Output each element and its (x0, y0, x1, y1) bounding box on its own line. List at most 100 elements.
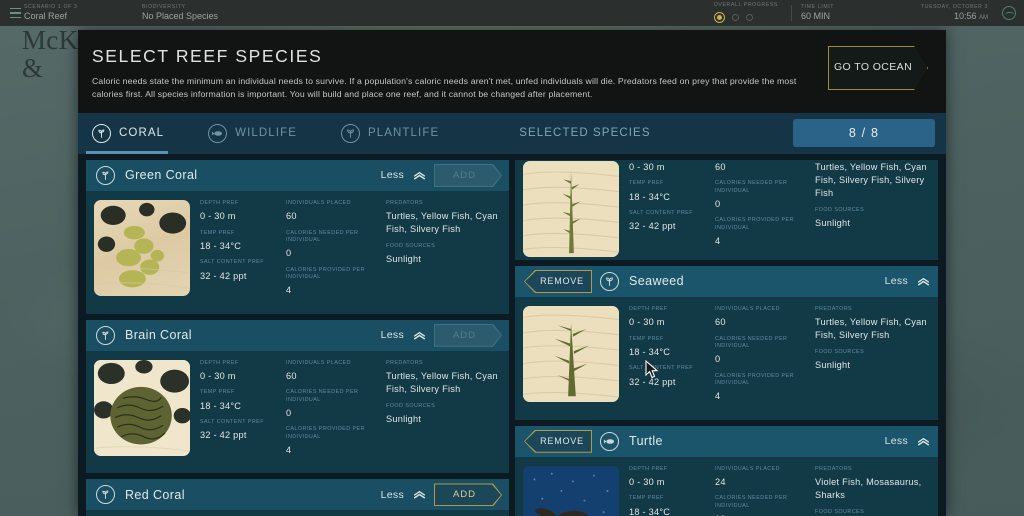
hud-date-label: TUESDAY, OCTOBER 3 (920, 3, 988, 10)
card-body: DEPTH PREF 0 - 30 m TEMP PREF 18 - 34°C SA… (515, 297, 938, 420)
stat-columns: DEPTH PREF 0 - 30 m TEMP PREF 18 - 34°C SA… (629, 306, 930, 410)
predators-label: PREDATORS (386, 359, 424, 366)
hud-time-value: 10:56 AM (954, 12, 988, 22)
turtle-thumb (523, 465, 619, 516)
coral-icon (96, 325, 115, 345)
individuals-label: INDIVIDUALS PLACED (715, 465, 781, 472)
stat-col-prefs: 0 - 30 m TEMP PREF 18 - 34°C SALT CONTENT… (629, 161, 711, 257)
temp-value: 18 - 34°C (200, 240, 242, 251)
temp-label: TEMP PREF (629, 335, 664, 342)
stat-columns: 0 - 30 m TEMP PREF 18 - 34°C SALT CONTENT… (629, 161, 930, 257)
go-to-ocean-button[interactable]: GO TO OCEAN (828, 46, 928, 90)
tab-wildlife[interactable]: WILDLIFE (208, 113, 341, 154)
temp-label: TEMP PREF (200, 229, 235, 236)
hud-biodiversity-value: No Placed Species (142, 11, 219, 22)
card-header[interactable]: REMOVE Turtle Less (515, 425, 938, 457)
species-card-seaweed: REMOVE Seaweed Less DEPTH PREF 0 - 30 m … (515, 265, 938, 420)
calories-provided-label: CALORIES PROVIDED PER INDIVIDUAL (286, 266, 365, 280)
progress-step3-icon (745, 13, 753, 21)
hud-overall-progress: OVERALL PROGRESS (713, 0, 782, 26)
hud-time-ampm: AM (979, 15, 988, 22)
hud-right-group: TUESDAY, OCTOBER 3 10:56 AM (921, 0, 1024, 26)
card-header[interactable]: REMOVE Seaweed Less (515, 265, 938, 297)
calories-provided-value: 4 (715, 236, 721, 246)
calories-needed-label: CALORIES NEEDED PER INDIVIDUAL (286, 389, 359, 403)
hud-clock: TUESDAY, OCTOBER 3 10:56 AM (921, 0, 992, 26)
hud-scenario: SCENARIO 1 OF 3 Coral Reef (24, 0, 142, 26)
add-button[interactable]: ADD (435, 165, 501, 186)
species-name: Turtle (629, 434, 663, 449)
less-toggle[interactable]: Less (381, 489, 404, 501)
predators-label: PREDATORS (386, 199, 424, 206)
stat-col-relations: PREDATORS Turtles, Yellow Fish, Cyan Fish… (815, 306, 930, 410)
card-body: 0 - 30 m TEMP PREF 18 - 34°C SALT CONTENT… (515, 160, 938, 260)
select-reef-species-dialog: SELECT REEF SPECIES Caloric needs state … (78, 30, 946, 516)
coral-icon (92, 123, 111, 143)
stat-col-population: INDIVIDUALS PLACED 24 CALORIES NEEDED PER… (715, 466, 811, 516)
stat-col-prefs: DEPTH PREF 0 - 30 m TEMP PREF 18 - 34°C SA… (200, 360, 282, 464)
hud-time-limit: TIME LIMIT 60 MIN (801, 0, 921, 26)
add-button-wrap: ADD (435, 165, 501, 186)
tab-plantlife[interactable]: PLANTLIFE (340, 113, 483, 154)
salt-label: SALT CONTENT PREF (629, 210, 693, 217)
food-label: FOOD SOURCES (815, 508, 865, 515)
calories-needed-label: CALORIES NEEDED PER INDIVIDUAL (715, 495, 788, 509)
tab-wildlife-label: WILDLIFE (235, 127, 297, 140)
green-coral-thumb (94, 199, 190, 296)
available-species-list: Green Coral Less ADD DEPTH PREF 0 - 30 m… (86, 159, 509, 516)
fish-icon (600, 431, 619, 451)
card-header[interactable]: Red Coral Less ADD (86, 479, 509, 511)
stat-col-population: 60 CALORIES NEEDED PER INDIVIDUAL 0 CALOR… (715, 161, 811, 257)
salt-value: 32 - 42 ppt (629, 376, 676, 387)
calories-provided-label: CALORIES PROVIDED PER INDIVIDUAL (715, 217, 794, 231)
add-button[interactable]: ADD (435, 325, 501, 346)
calories-provided-value: 4 (715, 391, 721, 402)
food-value: Sunlight (386, 414, 422, 425)
chevron-up-icon[interactable] (917, 437, 930, 446)
predators-label: PREDATORS (815, 305, 853, 312)
individuals-value: 60 (286, 211, 297, 222)
add-button[interactable]: ADD (435, 484, 501, 505)
remove-button[interactable]: REMOVE (525, 430, 591, 452)
tab-coral[interactable]: CORAL (85, 113, 208, 154)
predators-value: Turtles, Yellow Fish, Cyan Fish, Silvery… (815, 317, 927, 341)
hud-timelimit-label: TIME LIMIT (800, 3, 835, 10)
calories-provided-label: CALORIES PROVIDED PER INDIVIDUAL (715, 372, 794, 386)
selected-species-label: SELECTED SPECIES (519, 127, 651, 140)
card-header[interactable]: Green Coral Less ADD (86, 159, 509, 191)
remove-button[interactable]: REMOVE (525, 270, 591, 292)
individuals-label: INDIVIDUALS PLACED (286, 359, 352, 366)
less-toggle[interactable]: Less (381, 169, 404, 181)
hamburger-icon[interactable] (0, 7, 24, 19)
hud-timelimit-value: 60 MIN (800, 11, 830, 22)
selected-count-badge[interactable]: 8 / 8 (793, 118, 935, 147)
fish-icon (208, 123, 228, 143)
hud-scenario-label: SCENARIO 1 OF 3 (24, 3, 78, 10)
globe-icon[interactable] (1002, 6, 1016, 20)
remove-button-wrap: REMOVE (525, 430, 591, 452)
top-hud-bar: SCENARIO 1 OF 3 Coral Reef BIODIVERSITY … (0, 0, 1024, 26)
food-label: FOOD SOURCES (386, 402, 436, 409)
card-body: DEPTH PREF31 - 70 m INDIVIDUALS PLACED60… (86, 510, 509, 516)
coral-icon (96, 165, 115, 185)
species-name: Red Coral (125, 487, 185, 502)
chevron-up-icon[interactable] (413, 331, 426, 340)
card-header[interactable]: Brain Coral Less ADD (86, 319, 509, 351)
chevron-up-icon[interactable] (917, 277, 930, 286)
hud-biodiversity-label: BIODIVERSITY (142, 3, 186, 10)
less-toggle[interactable]: Less (885, 435, 908, 447)
food-value: Sunlight (815, 360, 851, 371)
chevron-up-icon[interactable] (413, 490, 426, 499)
temp-label: TEMP PREF (629, 495, 664, 502)
card-body: DEPTH PREF 0 - 30 m TEMP PREF 18 - 34°C SA… (86, 351, 509, 474)
hud-progress-label: OVERALL PROGRESS (713, 2, 778, 9)
species-panes: Green Coral Less ADD DEPTH PREF 0 - 30 m… (78, 153, 946, 516)
stat-col-prefs: DEPTH PREF 0 - 30 m TEMP PREF 18 - 34°C SA… (200, 200, 282, 304)
less-toggle[interactable]: Less (885, 275, 908, 287)
stat-col-population: INDIVIDUALS PLACED 60 CALORIES NEEDED PER… (286, 360, 382, 464)
less-toggle[interactable]: Less (381, 329, 404, 341)
tab-plantlife-label: PLANTLIFE (367, 127, 440, 140)
progress-icons (713, 11, 753, 23)
chevron-up-icon[interactable] (413, 171, 426, 180)
calories-needed-value: 0 (286, 248, 292, 259)
